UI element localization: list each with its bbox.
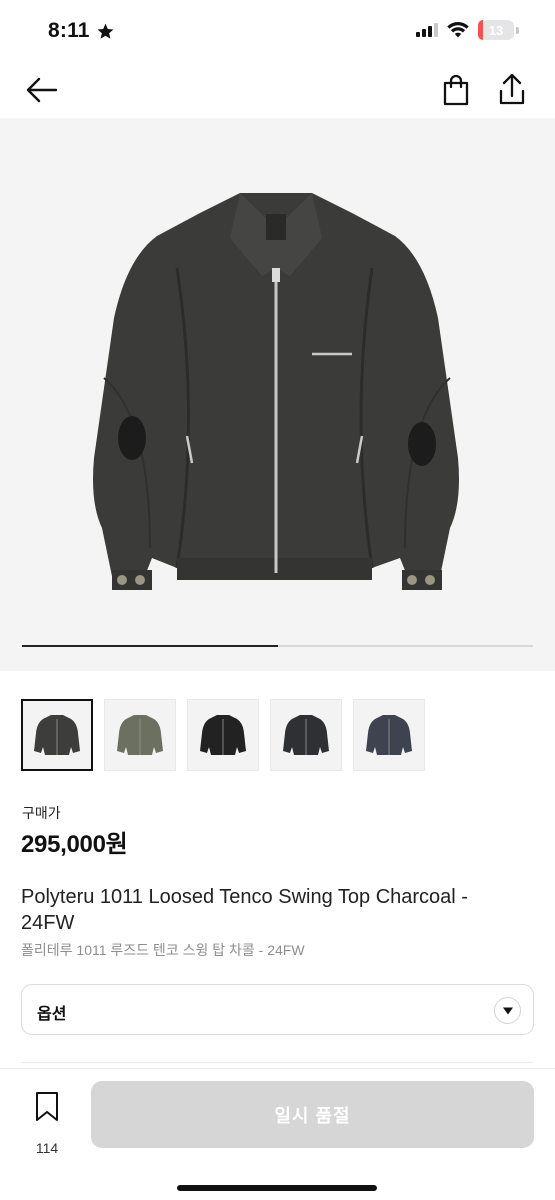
thumbnail-jacket-black xyxy=(200,715,246,755)
share-icon xyxy=(499,73,525,105)
battery-level: 13 xyxy=(488,22,504,38)
shopping-bag-icon xyxy=(443,74,469,106)
thumbnail-jacket-khaki xyxy=(117,715,163,755)
thumbnail-charcoal[interactable] xyxy=(21,699,93,771)
thumbnail-navy[interactable] xyxy=(353,699,425,771)
bookmark-count: 114 xyxy=(35,1140,59,1156)
product-title-en: Polyteru 1011 Loosed Tenco Swing Top Cha… xyxy=(21,886,468,934)
back-button[interactable] xyxy=(22,74,62,106)
thumbnail-khaki[interactable] xyxy=(104,699,176,771)
arrow-left-icon xyxy=(26,77,58,103)
product-image-carousel[interactable] xyxy=(0,118,555,671)
sold-out-label: 일시 품절 xyxy=(274,1105,351,1126)
nav-bar xyxy=(0,62,555,118)
thumbnail-jacket-charcoal xyxy=(34,715,80,755)
product-image-jacket xyxy=(93,193,459,590)
thumbnail-black[interactable] xyxy=(187,699,259,771)
bookmark-button[interactable]: 114 xyxy=(20,1087,74,1157)
battery-fill xyxy=(478,20,483,40)
cellular-signal-icon xyxy=(416,23,438,37)
status-time: 8:11 xyxy=(48,19,90,42)
status-icons: 13 xyxy=(416,20,519,40)
wifi-icon xyxy=(447,22,469,38)
sold-out-button[interactable]: 일시 품절 xyxy=(91,1081,534,1148)
star-icon xyxy=(97,23,114,39)
price-value: 295,000원 xyxy=(21,831,128,858)
bottom-action-bar: 114 일시 품절 xyxy=(0,1068,555,1200)
divider xyxy=(21,1062,534,1063)
product-title-ko: 폴리테루 1011 루즈드 텐코 스윙 탑 차콜 - 24FW xyxy=(21,942,305,958)
option-label: 옵션 xyxy=(37,1006,67,1023)
share-button[interactable] xyxy=(494,70,530,108)
carousel-progress-fill xyxy=(22,645,278,647)
thumbnail-strip xyxy=(21,699,425,771)
bookmark-icon xyxy=(36,1092,58,1121)
thumbnail-jacket-navy xyxy=(366,715,412,755)
caret-down-icon xyxy=(494,997,521,1024)
thumbnail-jacket-black-collar xyxy=(283,715,329,755)
home-indicator xyxy=(177,1185,377,1191)
battery-cap xyxy=(516,26,519,34)
carousel-progress-track xyxy=(22,645,533,647)
status-bar: 8:11 13 xyxy=(0,0,555,62)
thumbnail-black-collar[interactable] xyxy=(270,699,342,771)
option-select[interactable]: 옵션 xyxy=(21,984,534,1035)
cart-button[interactable] xyxy=(438,72,474,108)
battery-indicator: 13 xyxy=(478,20,514,40)
status-time-group: 8:11 xyxy=(48,19,115,43)
price-label: 구매가 xyxy=(22,805,61,821)
